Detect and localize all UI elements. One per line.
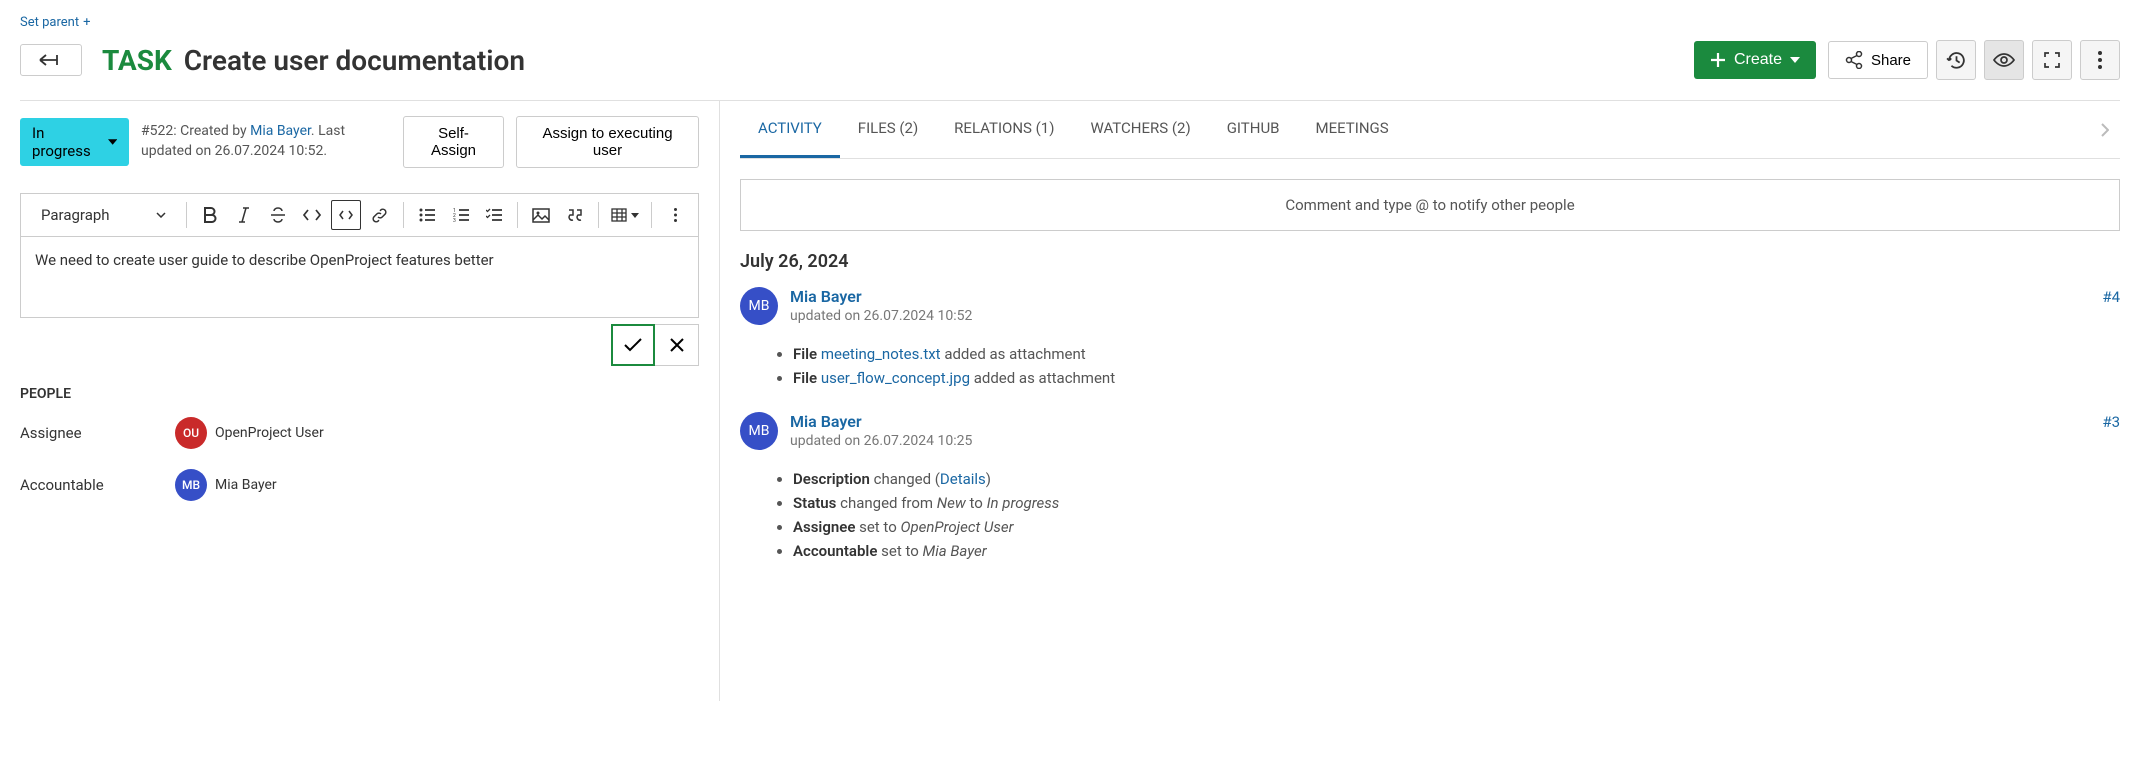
strikethrough-icon xyxy=(270,207,286,223)
link-button[interactable] xyxy=(365,200,395,230)
chevron-right-icon xyxy=(2101,123,2109,137)
activity-timestamp: updated on 26.07.2024 10:52 xyxy=(790,308,2120,324)
toolbar-more-button[interactable] xyxy=(660,200,690,230)
meta-info: #522: Created by Mia Bayer. Last updated… xyxy=(141,122,391,161)
numbered-list-button[interactable]: 123 xyxy=(446,200,476,230)
share-icon xyxy=(1845,51,1863,69)
watch-button[interactable] xyxy=(1984,40,2024,80)
link-icon xyxy=(371,207,388,224)
create-button[interactable]: Create xyxy=(1694,41,1816,79)
code-block-icon xyxy=(339,210,353,220)
attachment-link[interactable]: meeting_notes.txt xyxy=(821,345,941,363)
chevron-down-icon xyxy=(108,139,117,145)
description-editor: Paragraph 123 xyxy=(20,193,699,318)
chevron-down-icon xyxy=(631,213,639,218)
chevron-down-icon xyxy=(156,212,166,218)
activity-anchor[interactable]: #3 xyxy=(2102,413,2120,431)
set-parent-label: Set parent xyxy=(20,15,79,30)
kebab-icon xyxy=(2098,51,2102,69)
tab-files[interactable]: FILES (2) xyxy=(840,101,936,158)
self-assign-button[interactable]: Self-Assign xyxy=(403,116,504,168)
accountable-avatar: MB xyxy=(175,469,207,501)
activity-timestamp: updated on 26.07.2024 10:25 xyxy=(790,433,2120,449)
code-icon xyxy=(303,209,321,221)
work-package-type: TASK xyxy=(102,44,172,77)
people-section-header: PEOPLE xyxy=(20,386,699,402)
chevron-down-icon xyxy=(1790,57,1800,63)
fullscreen-button[interactable] xyxy=(2032,40,2072,80)
activity-detail: Assignee set to OpenProject User xyxy=(793,518,2120,536)
kebab-icon xyxy=(674,208,677,222)
bold-icon xyxy=(203,207,217,223)
numbered-list-icon: 123 xyxy=(453,208,469,222)
italic-icon xyxy=(238,207,250,223)
bullet-list-icon xyxy=(419,208,435,222)
activity-date-header: July 26, 2024 xyxy=(740,251,2120,272)
activity-entry: MB Mia Bayer #4 updated on 26.07.2024 10… xyxy=(740,287,2120,325)
activity-user-link[interactable]: Mia Bayer xyxy=(790,287,862,306)
history-button[interactable] xyxy=(1936,40,1976,80)
image-icon xyxy=(532,208,550,223)
set-parent-link[interactable]: Set parent + xyxy=(20,15,2120,30)
check-icon xyxy=(624,338,642,352)
tab-activity[interactable]: ACTIVITY xyxy=(740,101,840,158)
creator-link[interactable]: Mia Bayer xyxy=(250,123,311,139)
tab-meetings[interactable]: MEETINGS xyxy=(1298,101,1407,158)
eye-icon xyxy=(1993,53,2015,67)
plus-icon xyxy=(1710,52,1726,68)
task-list-button[interactable] xyxy=(480,200,510,230)
cancel-button[interactable] xyxy=(655,324,699,366)
share-button[interactable]: Share xyxy=(1828,41,1928,79)
assignee-name[interactable]: OpenProject User xyxy=(215,425,324,441)
bold-button[interactable] xyxy=(195,200,225,230)
back-arrow-icon xyxy=(39,53,63,67)
expand-icon xyxy=(2044,52,2060,68)
accountable-label: Accountable xyxy=(20,476,175,494)
close-icon xyxy=(670,338,684,352)
italic-button[interactable] xyxy=(229,200,259,230)
table-button[interactable] xyxy=(607,200,643,230)
more-menu-button[interactable] xyxy=(2080,40,2120,80)
quote-button[interactable] xyxy=(560,200,590,230)
activity-detail: Status changed from New to In progress xyxy=(793,494,2120,512)
bullet-list-button[interactable] xyxy=(412,200,442,230)
comment-input[interactable]: Comment and type @ to notify other peopl… xyxy=(740,179,2120,231)
assignee-label: Assignee xyxy=(20,424,175,442)
tab-relations[interactable]: RELATIONS (1) xyxy=(936,101,1072,158)
status-dropdown[interactable]: In progress xyxy=(20,118,129,166)
user-avatar: MB xyxy=(740,287,778,325)
tab-github[interactable]: GITHUB xyxy=(1209,101,1298,158)
activity-detail: Accountable set to Mia Bayer xyxy=(793,542,2120,560)
work-package-title[interactable]: Create user documentation xyxy=(184,44,525,77)
image-button[interactable] xyxy=(526,200,556,230)
details-link[interactable]: Details xyxy=(940,470,986,488)
assign-executing-button[interactable]: Assign to executing user xyxy=(516,116,699,168)
save-button[interactable] xyxy=(611,324,655,366)
accountable-name[interactable]: Mia Bayer xyxy=(215,477,277,493)
plus-icon: + xyxy=(83,15,90,30)
activity-anchor[interactable]: #4 xyxy=(2102,288,2120,306)
activity-user-link[interactable]: Mia Bayer xyxy=(790,412,862,431)
code-block-button[interactable] xyxy=(331,200,361,230)
activity-detail: Description changed (Details) xyxy=(793,470,2120,488)
activity-detail: File meeting_notes.txt added as attachme… xyxy=(793,345,2120,363)
activity-entry: MB Mia Bayer #3 updated on 26.07.2024 10… xyxy=(740,412,2120,450)
back-button[interactable] xyxy=(20,44,82,76)
code-button[interactable] xyxy=(297,200,327,230)
strike-button[interactable] xyxy=(263,200,293,230)
activity-list: MB Mia Bayer #4 updated on 26.07.2024 10… xyxy=(740,287,2120,560)
tab-watchers[interactable]: WATCHERS (2) xyxy=(1072,101,1208,158)
task-list-icon xyxy=(486,208,502,222)
activity-detail: File user_flow_concept.jpg added as atta… xyxy=(793,369,2120,387)
description-textarea[interactable]: We need to create user guide to describe… xyxy=(21,237,698,317)
quote-icon xyxy=(567,209,583,221)
assignee-avatar: OU xyxy=(175,417,207,449)
user-avatar: MB xyxy=(740,412,778,450)
history-icon xyxy=(1946,50,1967,71)
attachment-link[interactable]: user_flow_concept.jpg xyxy=(821,369,970,387)
tabs-scroll-right[interactable] xyxy=(2090,115,2120,145)
style-select[interactable]: Paragraph xyxy=(29,202,178,228)
table-icon xyxy=(611,208,627,222)
svg-text:3: 3 xyxy=(453,218,456,222)
